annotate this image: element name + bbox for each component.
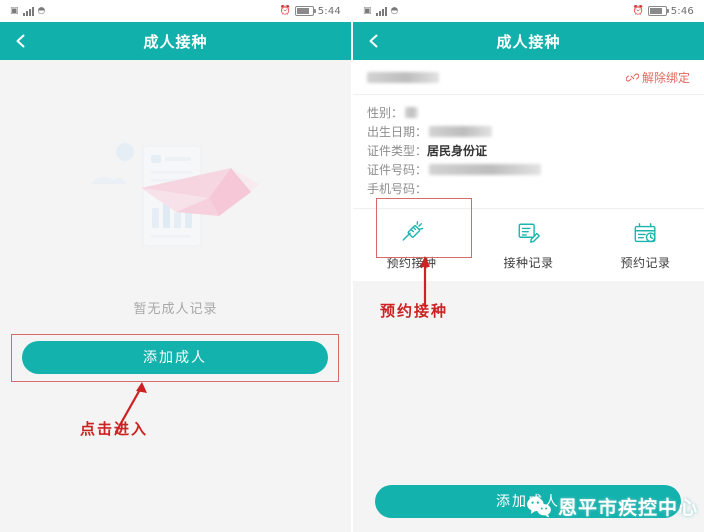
right-status-bar: ▣ ◓ ⏰ 5:46 bbox=[353, 0, 704, 22]
field-value-redacted bbox=[429, 126, 493, 137]
page-title: 成人接种 bbox=[143, 32, 208, 51]
field-label: 证件号码： bbox=[367, 163, 428, 177]
empty-state: 暂无成人记录 bbox=[0, 60, 351, 317]
sim-card-icon: ▣ bbox=[10, 5, 19, 16]
calendar-clock-icon bbox=[634, 223, 656, 243]
battery-icon bbox=[294, 6, 316, 16]
field-label: 出生日期： bbox=[367, 125, 428, 139]
tile-label: 接种记录 bbox=[503, 256, 554, 270]
sim-card-icon: ▣ bbox=[363, 5, 372, 16]
field-label: 性别： bbox=[367, 106, 404, 120]
tile-vaccination-records[interactable]: 接种记录 bbox=[470, 221, 587, 271]
profile-name-redacted bbox=[367, 72, 439, 83]
profile-card: 解除绑定 性别： 出生日期： 证件类型： 居民身份证 证件号码： 手机号码： 预… bbox=[353, 60, 704, 281]
screenshot-root: ▣ ◓ ⏰ 5:44 成人接种 暂无成人记录 添加成人 点击进入 ▣ ◓ ⏰ 5… bbox=[0, 0, 704, 532]
right-nav-bar: 成人接种 bbox=[353, 22, 704, 60]
alarm-clock-icon: ⏰ bbox=[279, 5, 291, 16]
profile-field-list: 性别： 出生日期： 证件类型： 居民身份证 证件号码： 手机号码： bbox=[353, 95, 704, 208]
page-title: 成人接种 bbox=[496, 32, 561, 51]
syringe-icon bbox=[401, 221, 423, 241]
profile-field-row: 证件类型： 居民身份证 bbox=[367, 141, 690, 160]
profile-field-row: 证件号码： bbox=[367, 160, 690, 179]
back-button[interactable] bbox=[13, 33, 29, 49]
status-bar-time: 5:44 bbox=[317, 5, 341, 17]
field-value-redacted bbox=[405, 107, 419, 118]
profile-field-row: 性别： bbox=[367, 103, 690, 122]
right-phone-screen: ▣ ◓ ⏰ 5:46 成人接种 解除绑定 性别： 出生日期： 证件类型： 居民身… bbox=[353, 0, 704, 532]
unbind-label: 解除绑定 bbox=[641, 71, 690, 85]
left-status-bar: ▣ ◓ ⏰ 5:44 bbox=[0, 0, 351, 22]
action-tile-row: 预约接种 接种记录 预约记录 bbox=[353, 208, 704, 281]
signal-bars-icon bbox=[22, 6, 34, 16]
add-adult-button[interactable]: 添加成人 bbox=[375, 485, 681, 518]
left-phone-screen: ▣ ◓ ⏰ 5:44 成人接种 暂无成人记录 添加成人 点击进入 bbox=[0, 0, 351, 532]
wifi-icon: ◓ bbox=[390, 5, 399, 16]
tile-label: 预约记录 bbox=[620, 256, 671, 270]
empty-state-message: 暂无成人记录 bbox=[133, 302, 218, 317]
unbind-button[interactable]: 解除绑定 bbox=[625, 69, 690, 86]
add-adult-button[interactable]: 添加成人 bbox=[22, 341, 328, 374]
field-label: 证件类型： bbox=[367, 144, 428, 158]
annotation-label-appointment-vaccination: 预约接种 bbox=[380, 302, 449, 320]
field-value-redacted bbox=[429, 164, 542, 175]
profile-card-header: 解除绑定 bbox=[353, 60, 704, 95]
broken-link-icon bbox=[625, 73, 639, 82]
wifi-icon: ◓ bbox=[37, 5, 46, 16]
signal-bars-icon bbox=[375, 6, 387, 16]
battery-icon bbox=[647, 6, 669, 16]
record-edit-icon bbox=[518, 223, 540, 243]
status-bar-time: 5:46 bbox=[670, 5, 694, 17]
profile-field-row: 手机号码： bbox=[367, 179, 690, 198]
tile-label: 预约接种 bbox=[386, 256, 437, 270]
annotation-label-click-enter: 点击进入 bbox=[80, 420, 149, 438]
back-button[interactable] bbox=[366, 33, 382, 49]
field-value: 居民身份证 bbox=[427, 144, 488, 158]
left-nav-bar: 成人接种 bbox=[0, 22, 351, 60]
field-label: 手机号码： bbox=[367, 182, 428, 196]
tile-appointment-records[interactable]: 预约记录 bbox=[587, 221, 704, 271]
left-content-area: 暂无成人记录 添加成人 点击进入 bbox=[0, 60, 351, 532]
paper-plane-document-illustration bbox=[81, 140, 271, 258]
right-content-area: 解除绑定 性别： 出生日期： 证件类型： 居民身份证 证件号码： 手机号码： 预… bbox=[353, 60, 704, 532]
tile-appointment-vaccination[interactable]: 预约接种 bbox=[353, 221, 470, 271]
profile-field-row: 出生日期： bbox=[367, 122, 690, 141]
alarm-clock-icon: ⏰ bbox=[632, 5, 644, 16]
